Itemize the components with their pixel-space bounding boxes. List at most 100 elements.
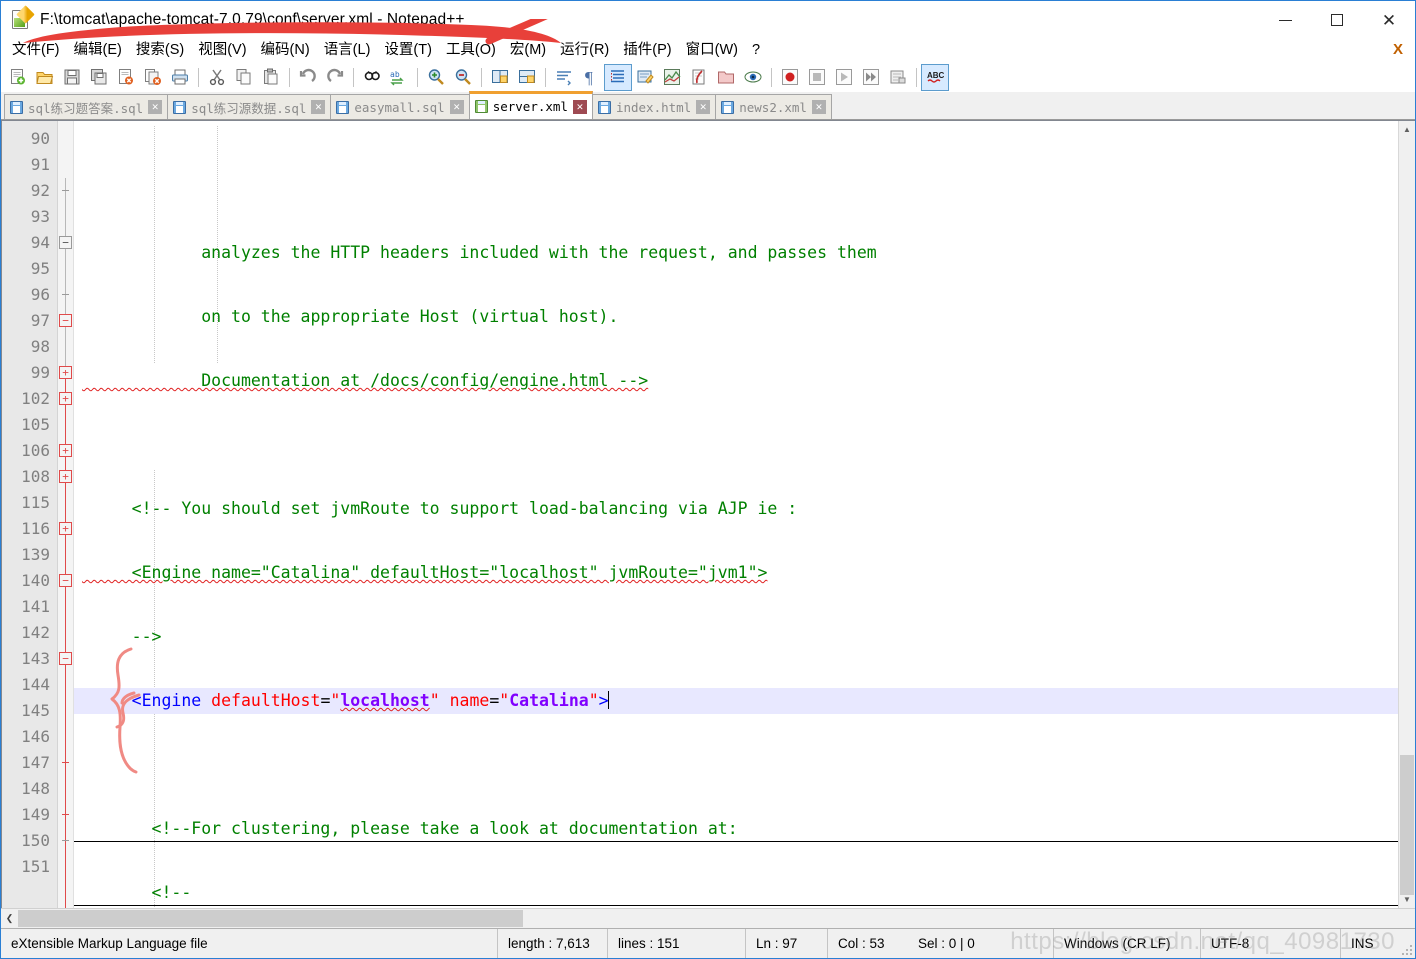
fold-toggle-collapsed[interactable]: + (59, 444, 72, 457)
fold-toggle-collapsed[interactable]: + (59, 470, 72, 483)
line-number: 148 (21, 779, 50, 798)
minimize-button[interactable] (1259, 1, 1311, 39)
replace-icon[interactable]: ab (386, 65, 412, 90)
fold-toggle-collapsed[interactable]: + (59, 522, 72, 535)
function-list-icon[interactable] (686, 65, 712, 90)
menu-search[interactable]: 搜索(S) (129, 41, 191, 61)
fold-row (58, 204, 73, 230)
menu-macro[interactable]: 宏(M) (503, 41, 553, 61)
tab-news2-xml[interactable]: news2.xml ✕ (715, 94, 832, 119)
fold-margin[interactable]: − − + + + + + − − (58, 121, 74, 908)
sync-horizontal-scroll-icon[interactable] (514, 65, 540, 90)
monitoring-icon[interactable] (740, 65, 766, 90)
vertical-scroll-track[interactable] (1399, 138, 1415, 895)
copy-icon[interactable] (231, 65, 257, 90)
save-icon[interactable] (59, 65, 85, 90)
line-number: 115 (21, 493, 50, 512)
tab-close-icon[interactable]: ✕ (696, 100, 711, 114)
fold-row (58, 828, 73, 854)
folder-as-workspace-icon[interactable] (713, 65, 739, 90)
close-icon: ✕ (1381, 10, 1397, 30)
menu-view[interactable]: 视图(V) (191, 41, 253, 61)
zoom-in-icon[interactable] (423, 65, 449, 90)
cut-icon[interactable] (204, 65, 230, 90)
sync-vertical-scroll-icon[interactable] (487, 65, 513, 90)
code-text-area[interactable]: analyzes the HTTP headers included with … (74, 121, 1398, 908)
resize-grip-icon[interactable] (1401, 944, 1413, 956)
close-window-button[interactable]: ✕ (1363, 1, 1415, 39)
menu-edit[interactable]: 编辑(E) (67, 41, 129, 61)
indent-guideline-icon[interactable] (604, 63, 632, 91)
line-number: 116 (21, 519, 50, 538)
fold-toggle-expanded[interactable]: − (59, 574, 72, 587)
fold-row: + (58, 360, 73, 386)
record-macro-icon[interactable] (777, 65, 803, 90)
tab-close-icon[interactable]: ✕ (148, 100, 163, 114)
close-document-button[interactable]: X (1393, 41, 1403, 58)
new-file-icon[interactable] (5, 65, 31, 90)
zoom-out-icon[interactable] (450, 65, 476, 90)
code-line-text: --> (82, 627, 162, 646)
tab-index-html[interactable]: index.html ✕ (591, 94, 717, 119)
save-all-icon[interactable] (86, 65, 112, 90)
paste-icon[interactable] (258, 65, 284, 90)
menu-file[interactable]: 文件(F) (5, 41, 67, 61)
document-map-icon[interactable] (659, 65, 685, 90)
maximize-button[interactable] (1311, 1, 1363, 39)
fold-toggle-collapsed[interactable]: + (59, 392, 72, 405)
stop-record-icon[interactable] (804, 65, 830, 90)
tab-close-icon[interactable]: ✕ (311, 100, 326, 114)
menu-encoding[interactable]: 编码(N) (254, 41, 317, 61)
menu-help[interactable]: ? (745, 41, 767, 61)
line-number: 140 (21, 571, 50, 590)
line-number: 108 (21, 467, 50, 486)
tab-sql-source-data[interactable]: sql练习源数据.sql ✕ (167, 94, 332, 119)
tab-close-icon[interactable]: ✕ (449, 100, 464, 114)
play-macro-icon[interactable] (831, 65, 857, 90)
horizontal-scroll-thumb[interactable] (18, 910, 523, 927)
tab-sql-answers[interactable]: sql练习题答案.sql ✕ (4, 94, 169, 119)
horizontal-scroll-track[interactable] (18, 909, 1398, 928)
fold-toggle-expanded[interactable]: − (59, 236, 72, 249)
status-lines: lines : 151 (608, 929, 746, 958)
line-number: 146 (21, 727, 50, 746)
word-wrap-icon[interactable] (551, 65, 577, 90)
fold-toggle-expanded[interactable]: − (59, 652, 72, 665)
horizontal-scrollbar[interactable]: ❮ (1, 908, 1415, 928)
close-all-icon[interactable] (140, 65, 166, 90)
undo-icon[interactable] (295, 65, 321, 90)
fold-toggle-expanded[interactable]: − (59, 314, 72, 327)
spell-check-icon[interactable]: ABC (921, 63, 949, 91)
file-icon (474, 100, 488, 113)
text-caret (607, 691, 609, 709)
title-bar: F:\tomcat\apache-tomcat-7.0.79\conf\serv… (1, 1, 1415, 39)
print-icon[interactable] (167, 65, 193, 90)
menu-language[interactable]: 语言(L) (317, 41, 378, 61)
tab-close-icon[interactable]: ✕ (572, 99, 587, 114)
fold-row: + (58, 464, 73, 490)
line-number: 95 (30, 259, 50, 278)
line-number: 143 (21, 649, 50, 668)
close-file-icon[interactable] (113, 65, 139, 90)
menu-run[interactable]: 运行(R) (553, 41, 616, 61)
tab-easymall-sql[interactable]: easymall.sql ✕ (330, 94, 470, 119)
find-icon[interactable] (359, 65, 385, 90)
menu-window[interactable]: 窗口(W) (679, 41, 745, 61)
run-macro-multiple-icon[interactable] (858, 65, 884, 90)
redo-icon[interactable] (322, 65, 348, 90)
fold-toggle-collapsed[interactable]: + (59, 366, 72, 379)
menu-plugins[interactable]: 插件(P) (616, 41, 678, 61)
open-file-icon[interactable] (32, 65, 58, 90)
menu-settings[interactable]: 设置(T) (377, 41, 439, 61)
scroll-left-icon[interactable]: ❮ (1, 909, 18, 928)
tab-server-xml[interactable]: server.xml ✕ (468, 91, 593, 119)
tab-close-icon[interactable]: ✕ (811, 100, 826, 114)
status-bar: eXtensible Markup Language file length :… (1, 928, 1415, 958)
scroll-up-icon[interactable]: ▲ (1399, 121, 1415, 138)
menu-tools[interactable]: 工具(O) (439, 41, 503, 61)
user-defined-language-icon[interactable] (632, 65, 658, 90)
vertical-scrollbar[interactable]: ▲ ▼ (1398, 121, 1415, 908)
show-all-characters-icon[interactable]: ¶ (578, 65, 604, 90)
vertical-scroll-thumb[interactable] (1400, 755, 1414, 895)
save-macro-icon[interactable] (885, 65, 911, 90)
